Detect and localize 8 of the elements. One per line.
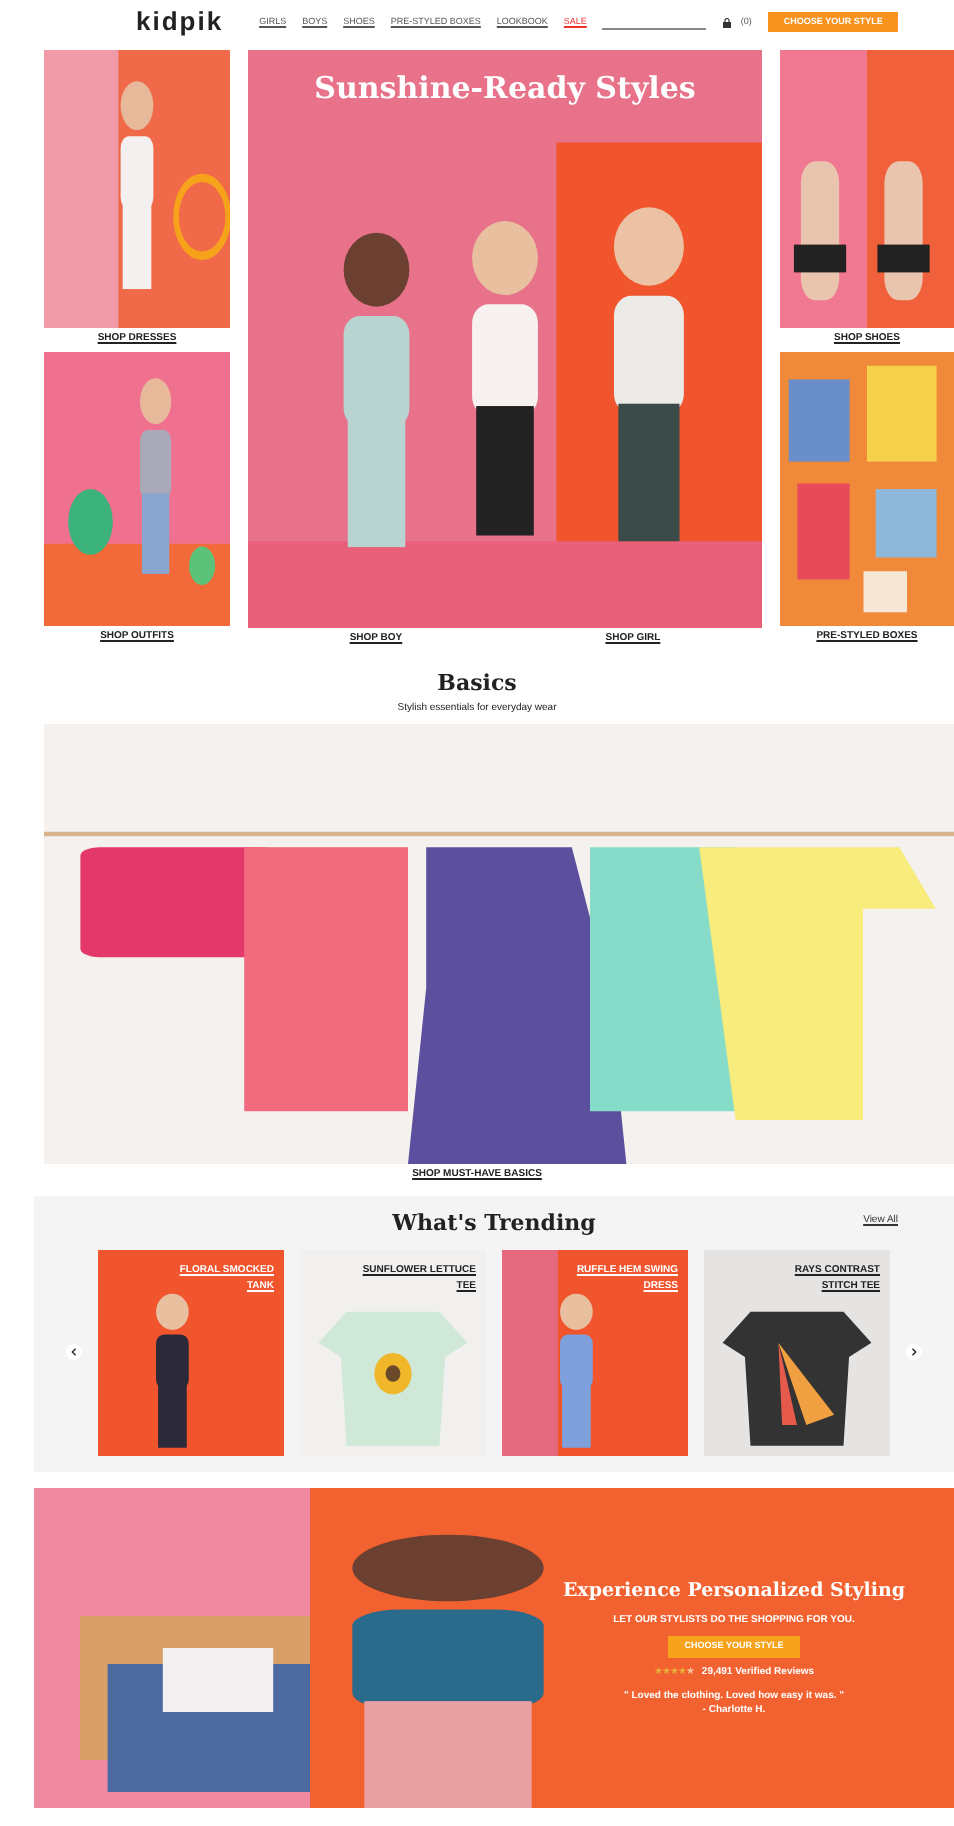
banner-title: Experience Personalized Styling [562,1577,906,1605]
logo[interactable]: kidpik [136,2,224,42]
section-title: What's Trending [392,1208,596,1240]
right-arrow-icon[interactable] [906,1344,922,1360]
hero-title: Sunshine-Ready Styles [314,68,696,110]
section-title: Basics [435,668,519,700]
left-arrow-icon[interactable] [66,1344,82,1360]
cart-icon[interactable] [722,17,733,27]
